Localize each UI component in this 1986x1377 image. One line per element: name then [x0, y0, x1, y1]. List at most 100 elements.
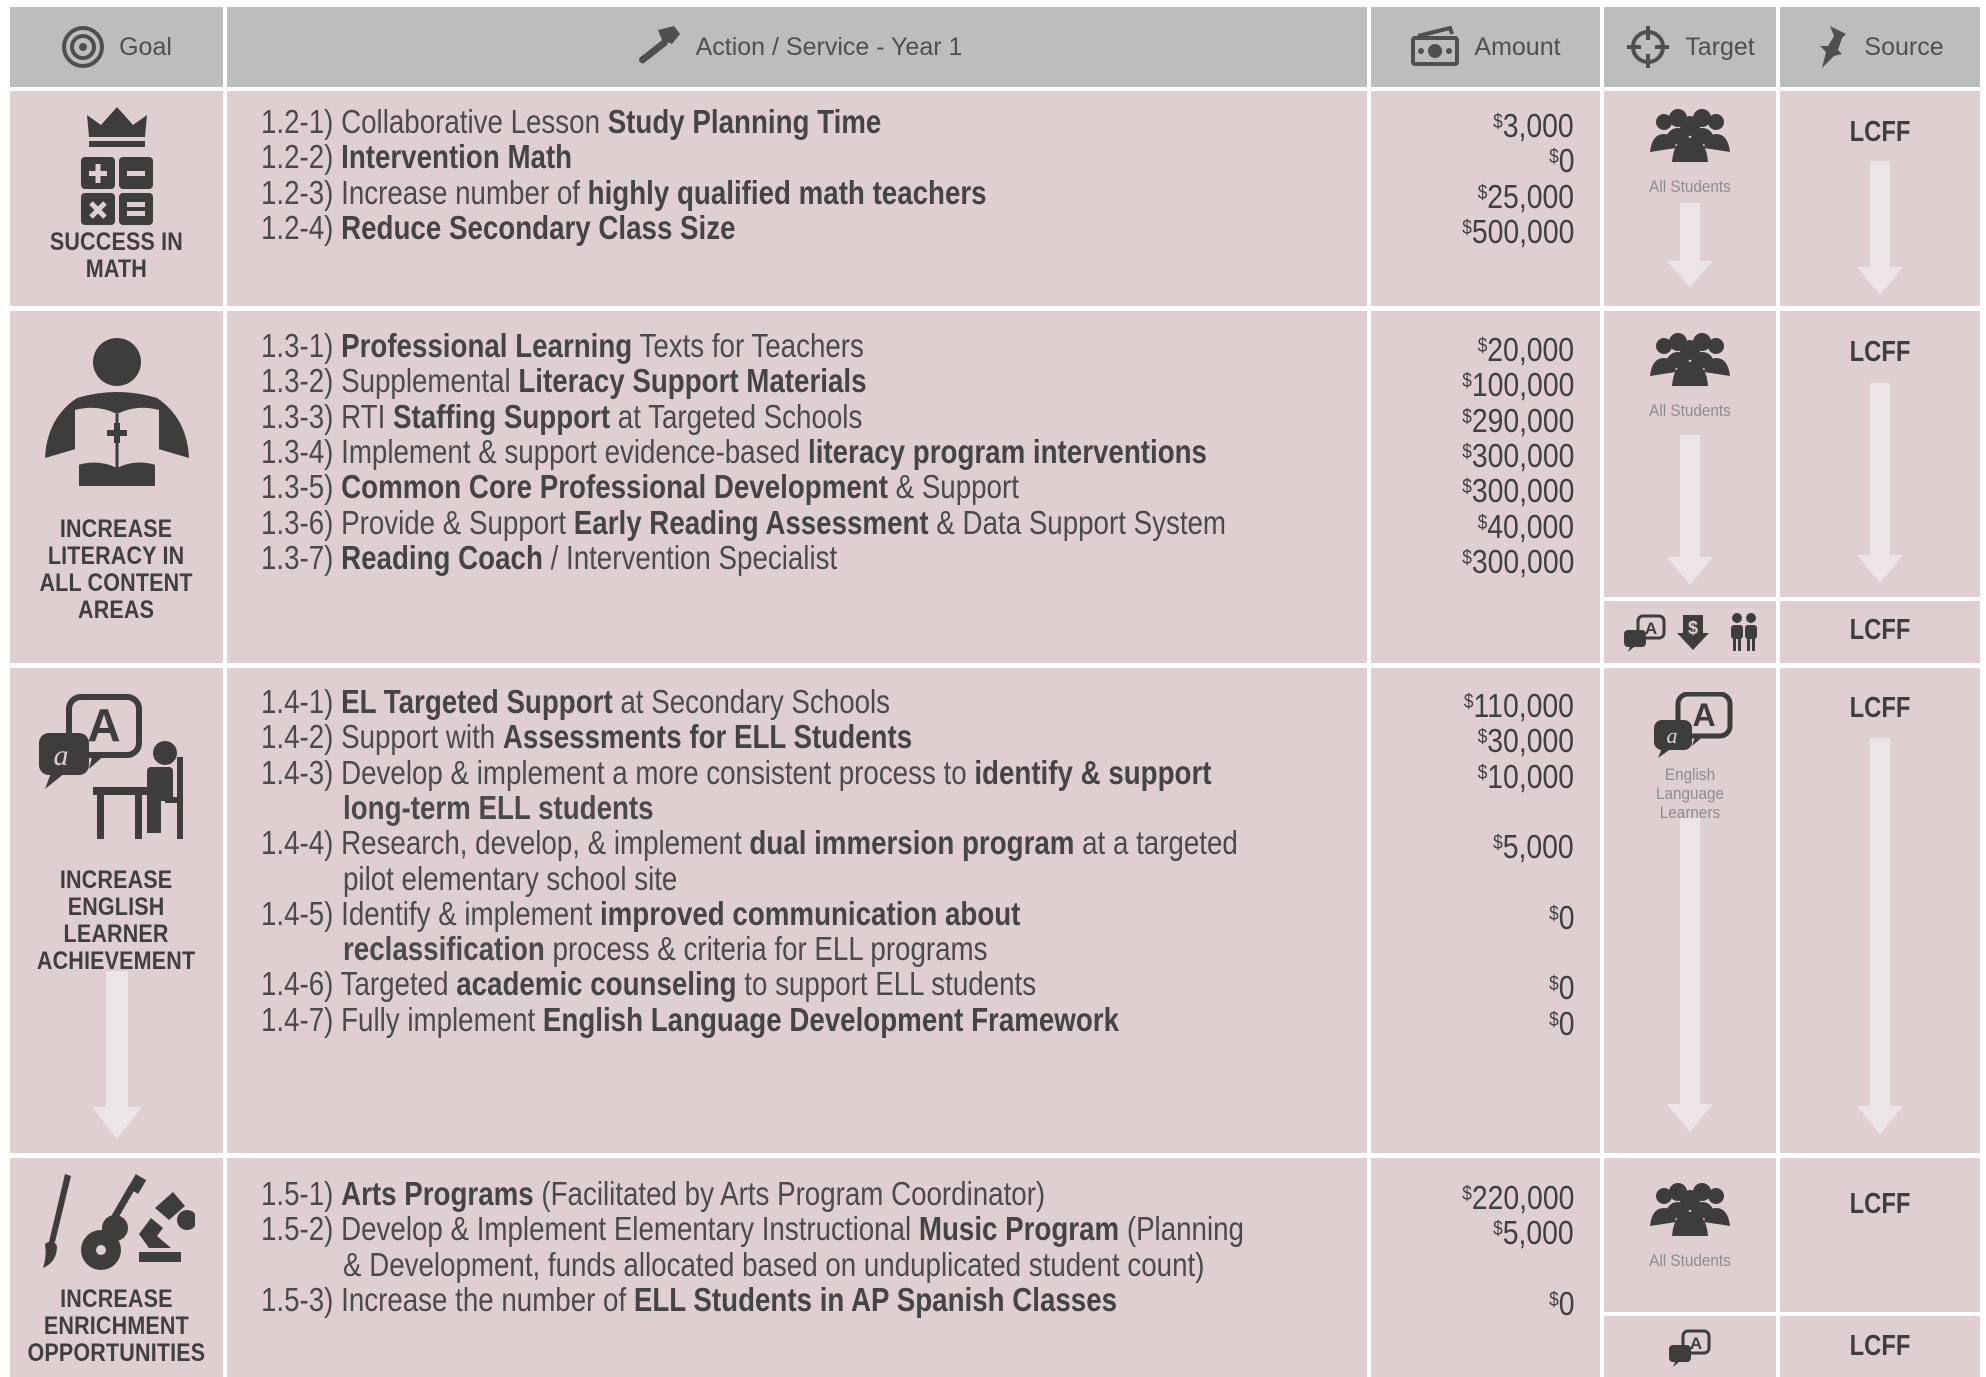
goal-label-line: ENRICHMENT [43, 1312, 190, 1340]
goal-label-line: INCREASE [60, 1285, 173, 1313]
dollar-sign: $ [1477, 511, 1488, 534]
action-text: Increase the number of [341, 1280, 634, 1318]
target-label-math: All Students [1649, 177, 1731, 196]
down-arrow-icon [1857, 738, 1903, 1134]
group-icon [1650, 109, 1730, 162]
amount-number: 5,000 [1502, 828, 1574, 866]
goal-cell-enrichment: INCREASE ENRICHMENT OPPORTUNITIES [10, 1158, 223, 1377]
dollar-sign: $ [1477, 335, 1488, 357]
down-arrow-icon [1667, 203, 1713, 287]
header-target-label: Target [1685, 32, 1755, 61]
source-label-enrichment-sub: LCFF [1849, 1330, 1911, 1362]
header-amount: Amount [1371, 7, 1600, 87]
dollar-sign: $ [1461, 546, 1472, 569]
arts-icon [42, 1174, 195, 1270]
source-cell-math: LCFF [1780, 91, 1980, 306]
hammer-icon [638, 26, 680, 64]
action-number: 1.3-7) [261, 538, 342, 576]
group-icon [1650, 333, 1730, 386]
source-label-literacy-sub: LCFF [1849, 614, 1911, 646]
amount-value: $300,000 [1462, 536, 1574, 584]
amount-number: 10,000 [1487, 757, 1574, 795]
money-icon [1411, 26, 1460, 66]
header-goal-label: Goal [119, 32, 172, 61]
header-action: Action / Service - Year 1 [227, 7, 1367, 87]
goal-label-line: INCREASE [60, 866, 173, 894]
actions-cell-math: 1.2-1) Collaborative Lesson Study Planni… [227, 91, 1367, 306]
dollar-sign: $ [1461, 405, 1472, 428]
source-cell-enrichment-sub: LCFF [1780, 1316, 1980, 1377]
action-item: 1.3-7) Reading Coach / Intervention Spec… [261, 536, 1182, 580]
target-cell-literacy-sub: A $ [1604, 601, 1776, 663]
amount-value: $500,000 [1462, 206, 1574, 254]
crosshair-icon [1627, 26, 1670, 68]
action-text-bold: dual immersion program [749, 824, 1075, 862]
ell-icon: A a [38, 694, 183, 839]
source-label-math: LCFF [1849, 116, 1911, 148]
amount-number: 300,000 [1471, 542, 1574, 580]
dollar-sign: $ [1548, 1008, 1559, 1031]
goal-label-line: ALL CONTENT [39, 569, 194, 597]
action-item: 1.4-7) Fully implement English Language … [261, 998, 1182, 1042]
target-icon [62, 26, 105, 68]
goal-label-line: ENGLISH [68, 893, 165, 921]
goal-label-math: SUCCESS IN MATH [50, 229, 183, 283]
action-item: 1.5-3) Increase the number of ELL Studen… [261, 1278, 1182, 1322]
action-number: 1.4-5) [261, 894, 342, 932]
amount-cell-literacy: $20,000 $100,000 $290,000 $300,000 $300,000 $… [1371, 311, 1600, 663]
target-label-ell: English Language Learners [1655, 765, 1725, 822]
group-icon [1650, 1183, 1730, 1236]
dollar-sign: $ [1461, 1183, 1472, 1205]
amount-number: 0 [1558, 1004, 1574, 1042]
goal-label-line: OPPORTUNITIES [27, 1339, 206, 1367]
goal-label-line: INCREASE [60, 515, 173, 543]
svg-text:$: $ [1688, 618, 1698, 638]
family-icon [1731, 613, 1757, 651]
target-cell-enrichment: All Students [1604, 1158, 1776, 1312]
target-cell-math: All Students [1604, 91, 1776, 306]
goal-label-line: LITERACY IN [48, 542, 185, 570]
goal-cell-ell: A a INCREASE ENGLISH LEARNER ACHIEVEMENT [10, 668, 223, 1153]
amount-number: 500,000 [1471, 212, 1574, 250]
amount-value: $10,000 [1478, 751, 1574, 799]
amount-value: $0 [1549, 998, 1574, 1046]
header-amount-label: Amount [1474, 32, 1561, 61]
action-text: / Intervention Specialist [542, 538, 838, 576]
svg-text:A: A [87, 699, 120, 751]
dollar-down-icon: $ [1677, 615, 1709, 650]
source-label-literacy: LCFF [1849, 336, 1911, 368]
svg-text:A: A [1645, 619, 1657, 638]
target-cell-enrichment-sub: A [1604, 1316, 1776, 1377]
action-number: 1.4-3) [261, 753, 342, 791]
action-text: Fully implement [341, 1000, 543, 1038]
goal-label-literacy: INCREASE LITERACY IN ALL CONTENT AREAS [40, 516, 193, 624]
ell-target-icon: A a [1654, 692, 1733, 758]
dollar-sign: $ [1493, 832, 1503, 855]
ell-small-icon: A [1624, 614, 1666, 652]
amount-cell-math: $3,000 $0 $25,000 $500,000 [1371, 91, 1600, 306]
source-cell-ell: LCFF [1780, 668, 1980, 1153]
actions-cell-literacy: 1.3-1) Professional Learning Texts for T… [227, 311, 1367, 663]
actions-cell-enrichment: 1.5-1) Arts Programs (Facilitated by Art… [227, 1158, 1367, 1377]
header-action-label: Action / Service - Year 1 [695, 32, 963, 61]
source-cell-literacy-sub: LCFF [1780, 601, 1980, 663]
action-text-bold: Reduce Secondary Class Size [341, 208, 736, 246]
action-text-bold: English Language Development Framework [542, 1000, 1120, 1038]
target-cell-literacy: All Students [1604, 311, 1776, 597]
amount-number: 0 [1558, 898, 1574, 936]
amount-value: $0 [1549, 1278, 1574, 1326]
dollar-sign: $ [1477, 726, 1488, 749]
dollar-sign: $ [1461, 370, 1472, 393]
amount-number: 0 [1558, 1284, 1574, 1322]
down-arrow-icon [1667, 818, 1713, 1132]
dollar-sign: $ [1461, 476, 1472, 499]
amount-cell-ell: $110,000 $30,000 $10,000 $5,000 $0 $0 $0 [1371, 668, 1600, 1153]
amount-number: 5,000 [1502, 1214, 1574, 1252]
action-text: at a targeted [1074, 824, 1238, 862]
reader-icon [44, 338, 189, 486]
amount-value: $5,000 [1493, 1207, 1574, 1255]
dollar-sign: $ [1461, 440, 1472, 463]
dollar-sign: $ [1477, 181, 1488, 204]
dollar-sign: $ [1493, 111, 1503, 133]
amount-value: $0 [1549, 892, 1574, 940]
